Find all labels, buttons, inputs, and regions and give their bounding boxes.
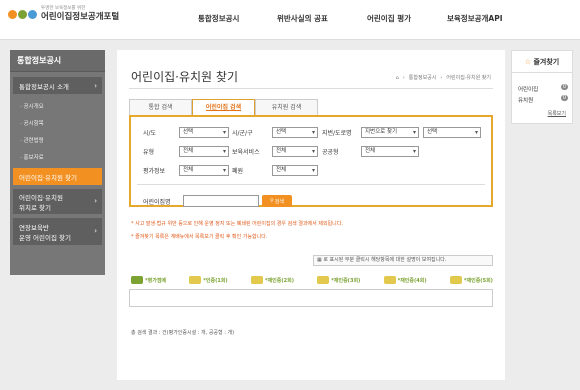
favorites-panel: ☆ 즐겨찾기 어린이집 0 유치원 0 목록보기 [511, 50, 573, 124]
top-header: 투명한 보육정보를 위한 어린이집정보공개포털 통합정보공시 위반사실의 공표 … [0, 0, 580, 40]
sigungu-label: 시/군/구 [232, 130, 253, 137]
center-name-input[interactable] [183, 195, 259, 207]
sidebar-subitem[interactable]: · 관련법령 [20, 136, 44, 144]
closed-label: 폐원 [232, 168, 244, 175]
gnb-item-public-disclosure[interactable]: 통합정보공시 [198, 13, 239, 24]
info-icon: ▦ [317, 257, 322, 263]
favorites-count: 0 [560, 95, 568, 101]
tab-integrated-search[interactable]: 통합 검색 [129, 99, 192, 115]
address-type-select[interactable]: 지번으로 찾기 [361, 127, 419, 138]
type-select[interactable]: 전체 [179, 146, 229, 157]
favorites-more-link[interactable]: 목록보기 [548, 110, 566, 117]
breadcrumb: ⌂ › 통합정보공시 › 어린이집·유치원 찾기 [395, 74, 491, 82]
badge-cert-1: *인증(1회) [189, 276, 228, 284]
favorites-row-kindergarten[interactable]: 유치원 0 [518, 95, 568, 104]
sidebar-item-label: 통합정보공시 소개 [19, 82, 69, 91]
chevron-right-icon: › [94, 197, 97, 205]
service-select[interactable]: 전체 [272, 146, 318, 157]
notice-text: * 즐겨찾기 목록은 계배뉴에서 목록보기 클릭 후 확인 가능합니다. [131, 234, 268, 240]
closed-select[interactable]: 전체 [272, 165, 318, 176]
sido-label: 시/도 [143, 130, 157, 137]
sidebar-item-intro[interactable]: 통합정보공시 소개 › [13, 77, 102, 94]
sido-select[interactable]: 선택 [179, 127, 229, 138]
address-label: 지번/도로명 [322, 130, 352, 137]
legend-tip: ▦ 로 표시된 부분 클릭시 해당항목에 대한 설명이 보여집니다. [313, 255, 493, 266]
breadcrumb-item[interactable]: 통합정보공시 [409, 74, 437, 81]
certification-legend: *평가점메 *인증(1회) *재인증(2회) *재인증(3회) *재인증(4회)… [131, 276, 493, 284]
sidebar-title: 통합정보공시 [10, 50, 105, 72]
chevron-right-icon: › [94, 81, 97, 90]
left-sidebar: 통합정보공시 통합정보공시 소개 › · 공시개요 · 공시항목 · 관련법령 … [10, 50, 105, 275]
breadcrumb-item-current: 어린이집·유치원 찾기 [446, 75, 491, 81]
eval-label: 평가정보 [143, 168, 166, 175]
sidebar-subitem[interactable]: · 홍보자료 [20, 153, 44, 161]
sidebar-subitem[interactable]: · 공시항목 [20, 119, 44, 127]
gnb-item-violation-notice[interactable]: 위반사실의 공표 [277, 13, 328, 24]
favorites-count: 0 [560, 84, 568, 90]
public-select[interactable]: 전체 [361, 146, 419, 157]
form-divider [137, 184, 485, 185]
chevron-right-icon: › [94, 227, 97, 235]
service-label: 보육서비스 [232, 149, 260, 156]
gnb-item-evaluation[interactable]: 어린이집 평가 [367, 13, 411, 24]
sidebar-subitem[interactable]: · 공시개요 [20, 102, 44, 110]
badge-recert-3: *재인증(3회) [317, 276, 360, 284]
page-title: 어린이집·유치원 찾기 [131, 70, 238, 84]
badge-recert-2: *재인증(2회) [250, 276, 294, 284]
title-divider [129, 88, 493, 89]
result-summary: 총 검색 결과 : 건(평가인증시설 : 개, 공공형 : 개) [131, 330, 235, 336]
site-logo[interactable]: 투명한 보육정보를 위한 어린이집정보공개포털 [8, 6, 120, 22]
sidebar-item-label: 어린이집·유치원 찾기 [19, 173, 77, 182]
tab-kindergarten-search[interactable]: 유치원 검색 [255, 99, 318, 115]
search-form: 시/도 선택 시/군/구 선택 지번/도로명 지번으로 찾기 선택 유형 전체 … [129, 115, 493, 207]
search-button[interactable]: ⚲ 검색 [262, 195, 292, 207]
type-label: 유형 [143, 149, 155, 156]
notice-text: * 사고 발생·법규 위반 등으로 인해 운영 정지 또는 폐쇄된 어린이집의 … [131, 221, 343, 227]
eval-select[interactable]: 전체 [179, 165, 229, 176]
favorites-title: ☆ 즐겨찾기 [512, 51, 572, 73]
public-label: 공공형 [322, 149, 339, 156]
tab-daycare-search[interactable]: 어린이집 검색 [192, 99, 255, 115]
star-icon: ☆ [524, 58, 532, 66]
gnb-item-api[interactable]: 보육정보공개API [447, 13, 503, 24]
search-tabs: 통합 검색 어린이집 검색 유치원 검색 [129, 99, 318, 115]
main-content: 어린이집·유치원 찾기 ⌂ › 통합정보공시 › 어린이집·유치원 찾기 통합 … [117, 50, 505, 380]
badge-recert-4: *재인증(4회) [383, 276, 427, 284]
home-icon[interactable]: ⌂ [396, 75, 399, 81]
address-detail-select[interactable]: 선택 [423, 127, 481, 138]
favorites-row-daycare[interactable]: 어린이집 0 [518, 84, 568, 93]
badge-evaluation: *평가점메 [131, 276, 166, 284]
logo-mark-icon [8, 9, 37, 19]
result-table [129, 289, 493, 307]
logo-tagline: 투명한 보육정보를 위한 [41, 6, 86, 11]
search-icon: ⚲ [270, 198, 274, 204]
logo-title: 어린이집정보공개포털 [41, 11, 120, 22]
badge-recert-5: *재인증(5회) [449, 276, 493, 284]
sidebar-item-extended-care[interactable]: 연장보육반 운영 어린이집 찾기 › [13, 218, 102, 245]
sidebar-item-find-by-location[interactable]: 어린이집·유치원 위치로 찾기 › [13, 189, 102, 214]
sigungu-select[interactable]: 선택 [272, 127, 318, 138]
name-label: 어린이집명 [143, 199, 171, 206]
sidebar-item-find-center[interactable]: 어린이집·유치원 찾기 [13, 168, 102, 185]
